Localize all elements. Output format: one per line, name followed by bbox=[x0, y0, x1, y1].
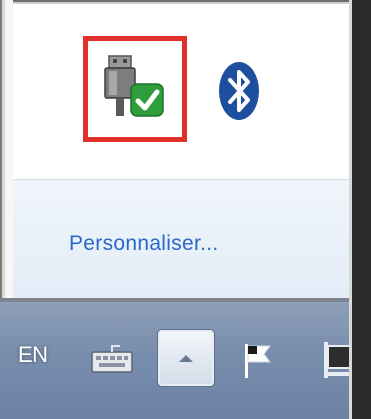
language-indicator[interactable]: EN bbox=[18, 342, 48, 368]
usb-safely-remove-icon[interactable] bbox=[95, 48, 175, 128]
right-window-edge bbox=[349, 0, 371, 419]
keyboard-icon[interactable] bbox=[90, 342, 134, 376]
taskbar-notification-area: EN bbox=[0, 302, 371, 419]
hidden-icons-panel bbox=[13, 14, 349, 179]
customize-link[interactable]: Personnaliser... bbox=[69, 232, 219, 256]
show-hidden-icons-arrow-icon bbox=[179, 355, 193, 362]
action-center-flag-icon[interactable] bbox=[240, 340, 276, 380]
popup-left-border bbox=[0, 0, 13, 305]
window-top-border bbox=[0, 0, 371, 14]
bluetooth-icon[interactable] bbox=[209, 56, 269, 126]
show-hidden-icons-button[interactable] bbox=[158, 330, 214, 386]
screenshot-root: Personnaliser... EN bbox=[0, 0, 371, 419]
customize-section: Personnaliser... bbox=[13, 179, 349, 300]
notification-area-overflow-popup: Personnaliser... bbox=[13, 14, 349, 300]
